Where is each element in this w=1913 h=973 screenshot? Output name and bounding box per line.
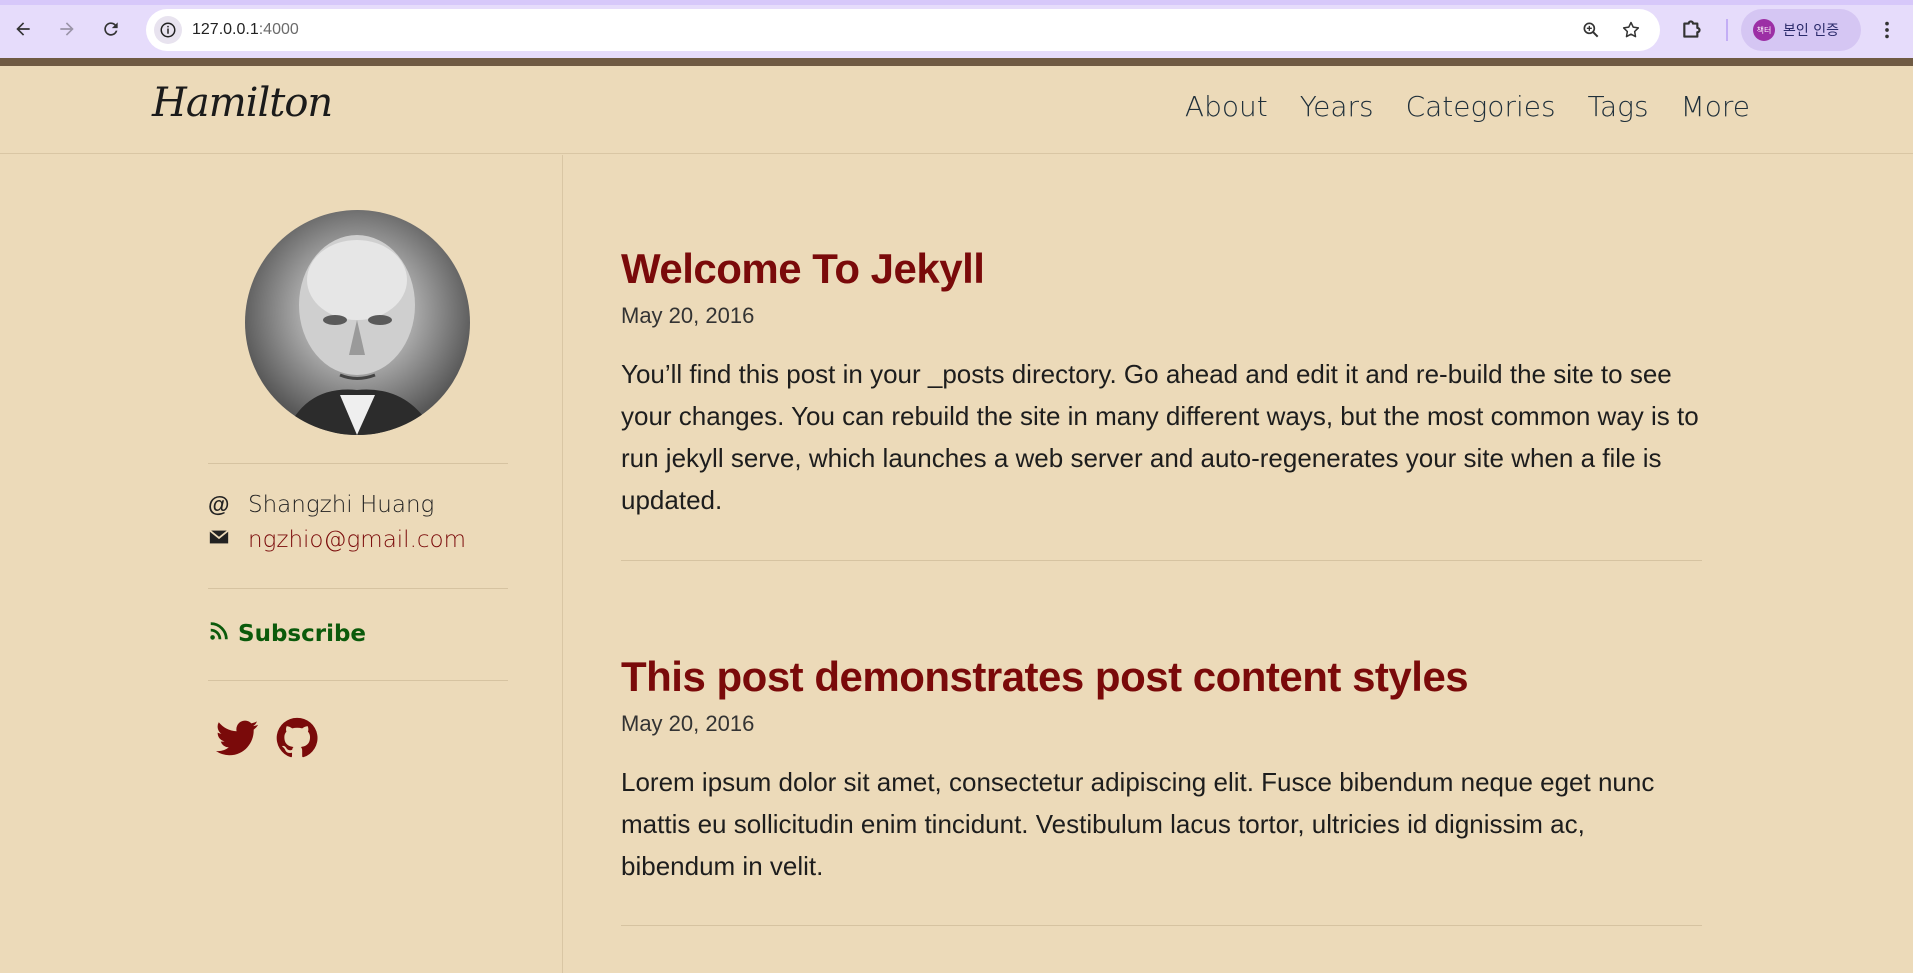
kebab-menu-icon <box>1885 21 1889 39</box>
twitter-icon[interactable] <box>214 715 260 761</box>
url-host: 127.0.0.1 <box>192 21 259 38</box>
site-nav: About Years Categories Tags More <box>1185 90 1750 123</box>
profile-avatar: 책터 <box>1753 19 1775 41</box>
post-title-link[interactable]: This post demonstrates post content styl… <box>621 653 1702 701</box>
puzzle-icon <box>1683 20 1701 38</box>
post-title-link[interactable]: Welcome To Jekyll <box>621 245 1702 293</box>
author-name: Shangzhi Huang <box>248 492 435 518</box>
toolbar-separator <box>1726 19 1728 41</box>
page-top-border <box>0 58 1913 66</box>
star-icon <box>1622 21 1640 38</box>
nav-categories[interactable]: Categories <box>1406 90 1556 123</box>
arrow-left-icon <box>16 22 30 36</box>
sidebar-divider <box>208 588 508 589</box>
post-item: Welcome To Jekyll May 20, 2016 You’ll fi… <box>621 245 1702 561</box>
site-logo[interactable]: Hamilton <box>152 80 333 126</box>
address-bar[interactable]: 127.0.0.1:4000 <box>146 9 1660 51</box>
author-email-row: ngzhio@gmail.com <box>208 526 466 554</box>
post-excerpt: You’ll find this post in your _posts dir… <box>621 359 1699 515</box>
forward-button[interactable] <box>52 14 82 44</box>
rss-icon <box>208 620 238 647</box>
zoom-button[interactable] <box>1580 19 1602 41</box>
github-icon[interactable] <box>274 715 320 761</box>
author-email-link[interactable]: ngzhio@gmail.com <box>248 527 466 553</box>
profile-button[interactable]: 책터 본인 인증 <box>1741 9 1861 51</box>
browser-toolbar: 127.0.0.1:4000 책터 본인 인증 <box>0 0 1913 66</box>
envelope-icon <box>208 526 248 554</box>
portrait-image <box>285 235 435 435</box>
site-header: Hamilton About Years Categories Tags Mor… <box>0 66 1913 154</box>
subscribe-label: Subscribe <box>238 620 367 647</box>
zoom-icon <box>1583 22 1599 38</box>
author-name-row: @ Shangzhi Huang <box>208 492 434 518</box>
info-icon <box>160 22 176 38</box>
browser-menu-button[interactable] <box>1875 16 1899 44</box>
sidebar-divider <box>208 463 508 464</box>
back-button[interactable] <box>8 14 38 44</box>
arrow-right-icon <box>60 22 74 36</box>
profile-label: 본인 인증 <box>1783 23 1839 39</box>
bookmark-button[interactable] <box>1620 19 1642 41</box>
tab-strip-edge <box>0 0 1913 5</box>
extensions-button[interactable] <box>1680 16 1708 44</box>
site-info-button[interactable] <box>154 16 182 44</box>
at-icon: @ <box>208 492 230 517</box>
sidebar: @ Shangzhi Huang ngzhio@gmail.com Subscr… <box>0 155 563 973</box>
post-date: May 20, 2016 <box>621 711 755 736</box>
subscribe-link[interactable]: Subscribe <box>208 620 366 647</box>
nav-years[interactable]: Years <box>1300 90 1374 123</box>
post-item: This post demonstrates post content styl… <box>621 653 1702 926</box>
nav-about[interactable]: About <box>1185 90 1268 123</box>
reload-button[interactable] <box>96 14 126 44</box>
url-port: :4000 <box>258 21 299 38</box>
author-portrait <box>245 210 470 435</box>
nav-more[interactable]: More <box>1681 90 1750 123</box>
url-text: 127.0.0.1:4000 <box>192 21 299 39</box>
nav-tags[interactable]: Tags <box>1588 90 1649 123</box>
social-links <box>214 715 320 761</box>
reload-icon <box>104 22 118 36</box>
post-excerpt: Lorem ipsum dolor sit amet, consectetur … <box>621 767 1655 881</box>
post-date: May 20, 2016 <box>621 303 755 328</box>
sidebar-divider <box>208 680 508 681</box>
